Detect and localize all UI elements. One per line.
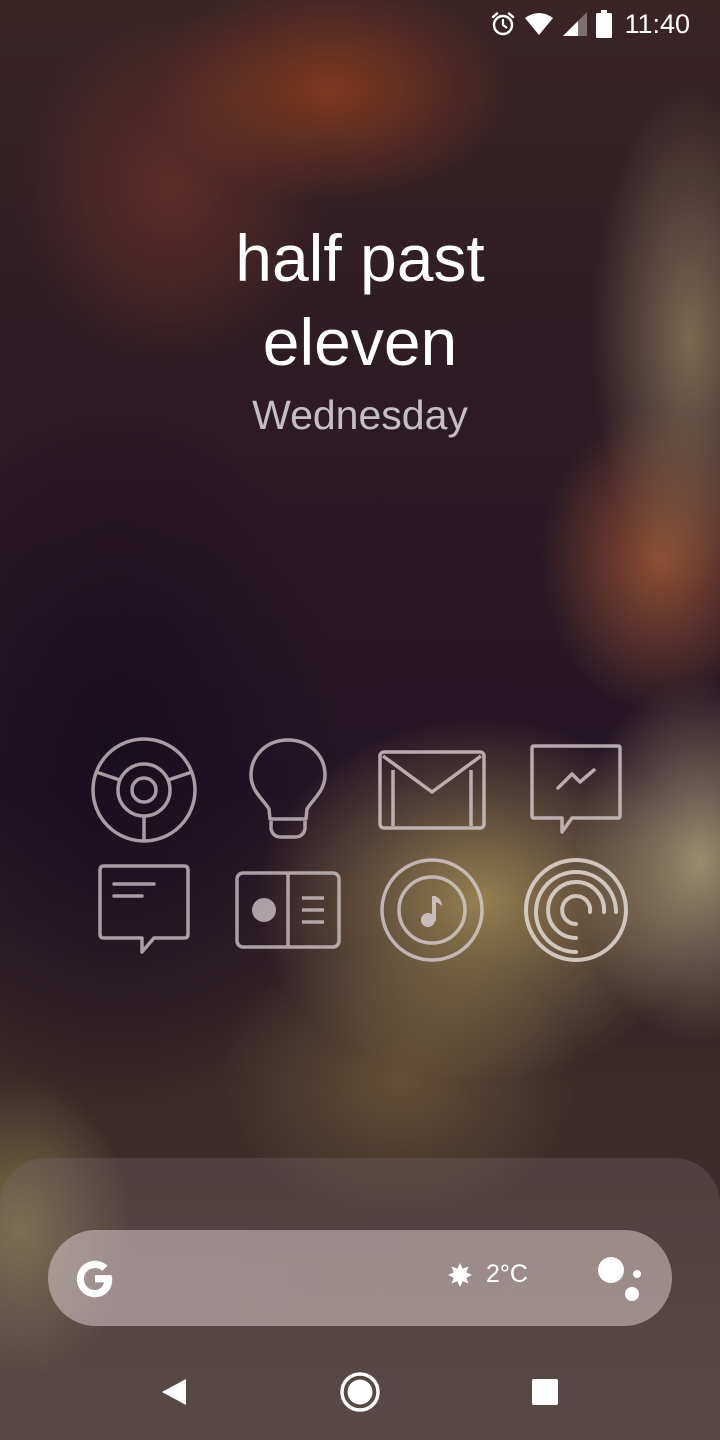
back-icon [162,1379,186,1405]
contacts-card-app[interactable] [216,850,360,970]
lightbulb-icon [249,738,327,839]
podcast-icon [524,858,628,962]
day-of-week: Wednesday [252,392,468,438]
home-icon [340,1372,380,1412]
battery-icon [596,10,613,38]
messages-app[interactable] [72,850,216,970]
status-bar: 11:40 [0,0,720,48]
chrome-app[interactable] [72,730,216,850]
home-button[interactable] [336,1368,384,1416]
clock-text-line-2: eleven [262,305,458,379]
chrome-icon [91,737,197,843]
temperature: 2°C [486,1260,528,1288]
podcast-app[interactable] [504,850,648,970]
messages-icon [98,864,190,954]
weather-widget[interactable]: 2°C [448,1260,528,1289]
signal-icon [562,11,588,37]
alarm-icon [490,11,516,37]
google-search-bar[interactable]: 2°C [48,1230,672,1326]
music-app[interactable] [360,850,504,970]
messenger-icon [530,744,622,834]
app-grid [72,730,648,970]
back-button[interactable] [150,1368,198,1416]
status-time: 11:40 [624,8,690,39]
gmail-app[interactable] [360,730,504,850]
lightbulb-app[interactable] [216,730,360,850]
wifi-icon [524,12,554,36]
sun-icon [448,1262,472,1287]
gmail-icon [378,750,486,830]
recents-button[interactable] [521,1368,569,1416]
messenger-app[interactable] [504,730,648,850]
google-assistant-icon[interactable] [596,1254,650,1304]
clock-text-line-1: half past [235,221,485,295]
clock-widget[interactable]: half past eleven Wednesday [0,216,720,439]
navigation-bar [0,1340,720,1440]
contacts-card-icon [235,871,341,949]
google-g-icon[interactable] [72,1256,118,1302]
music-icon [380,858,484,962]
recents-icon [532,1379,558,1405]
